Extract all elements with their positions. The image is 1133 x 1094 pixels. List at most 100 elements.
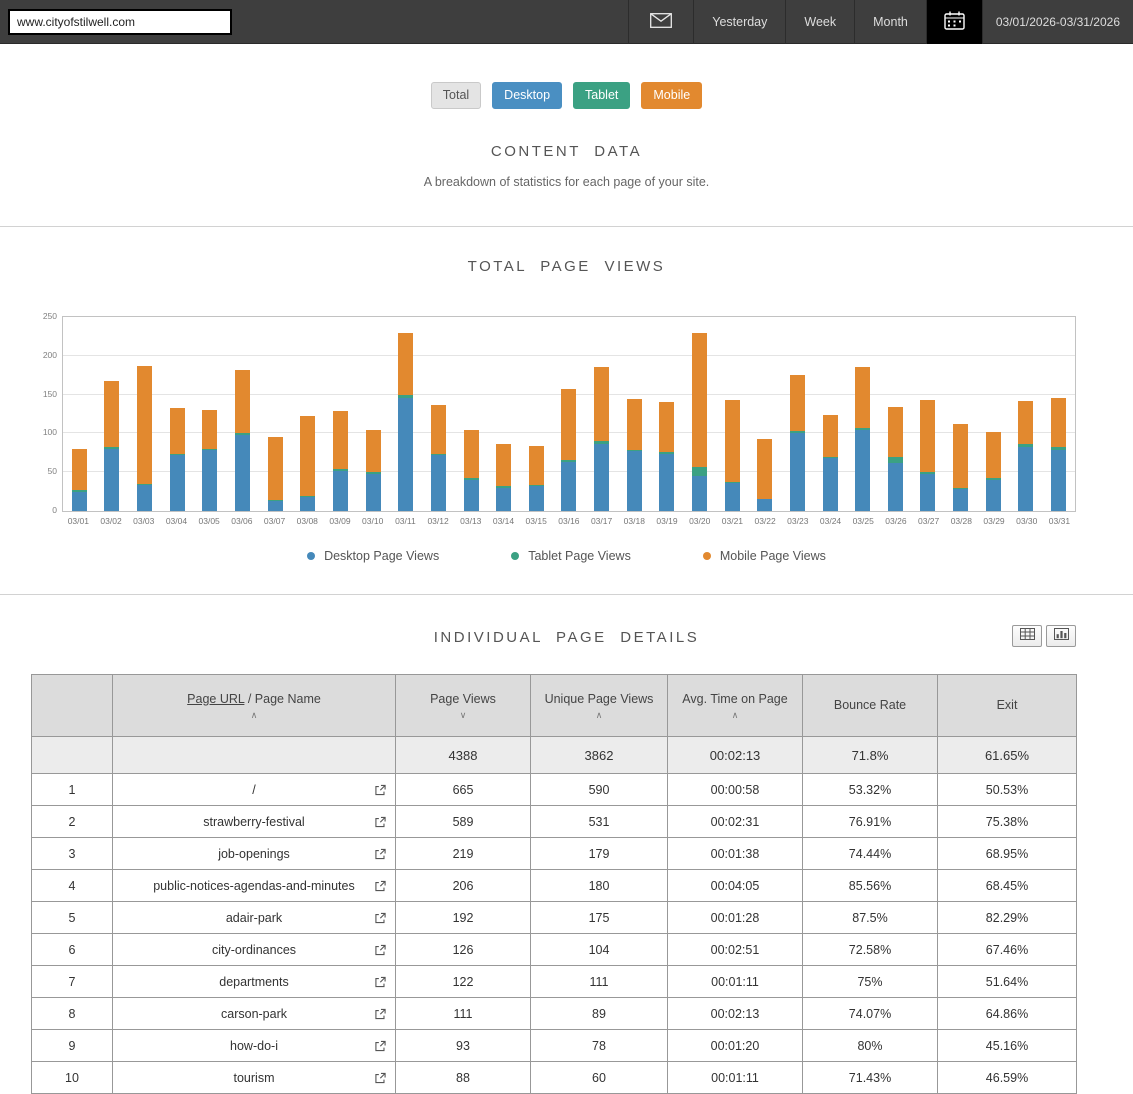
x-tick-label: 03/29 [983, 516, 1005, 526]
column-header-exit[interactable]: Exit [937, 674, 1077, 737]
bar-segment [887, 407, 903, 458]
x-tick-label: 03/08 [296, 516, 318, 526]
external-link-icon[interactable] [375, 1008, 386, 1019]
summary-page-views: 4388 [395, 736, 531, 774]
x-tick-label: 03/04 [165, 516, 188, 526]
external-link-icon[interactable] [375, 976, 386, 987]
chart-bars [63, 317, 1075, 511]
external-link-icon[interactable] [375, 1040, 386, 1051]
chart-legend: Desktop Page Views Tablet Page Views Mobil… [0, 549, 1133, 563]
bar-slot [1010, 317, 1043, 511]
summary-page-cell [112, 736, 396, 774]
exit-rate: 68.45% [937, 869, 1077, 902]
external-link-icon[interactable] [375, 848, 386, 859]
row-rank: 3 [31, 837, 113, 870]
bar-segment [365, 429, 381, 473]
external-link-icon[interactable] [375, 944, 386, 955]
external-link-icon[interactable] [375, 912, 386, 923]
stacked-bar [202, 317, 218, 511]
bar-slot [977, 317, 1010, 511]
stacked-bar [724, 317, 740, 511]
stacked-bar [430, 317, 446, 511]
legend-label: Desktop Page Views [324, 549, 440, 563]
site-url-input[interactable] [8, 8, 232, 35]
column-header-unique-page-views[interactable]: Unique Page Views ∧ [530, 674, 668, 737]
external-link-icon[interactable] [375, 880, 386, 891]
external-link-icon[interactable] [375, 1072, 386, 1083]
stacked-bar [561, 317, 577, 511]
topbar-tabs: Yesterday Week Month [693, 0, 926, 44]
page-views: 192 [395, 901, 531, 934]
filter-button-mobile[interactable]: Mobile [641, 82, 703, 109]
summary-row: 4388 3862 00:02:13 71.8% 61.65% [31, 736, 1077, 774]
content-data-subtitle: A breakdown of statistics for each page … [423, 175, 710, 189]
filter-button-desktop[interactable]: Desktop [492, 82, 563, 109]
x-tick-label: 03/30 [1016, 516, 1038, 526]
topbar-tab-week[interactable]: Week [785, 0, 854, 44]
bar-segment [267, 436, 283, 501]
x-tick-label: 03/15 [525, 516, 547, 526]
bar-segment [626, 451, 642, 511]
page-name: departments [112, 965, 396, 998]
device-filter-buttons: Total Desktop Tablet Mobile [0, 82, 1133, 109]
legend-label: Tablet Page Views [528, 549, 631, 563]
bar-segment [137, 485, 153, 511]
stacked-bar [365, 317, 381, 511]
column-header-bounce-rate[interactable]: Bounce Rate [802, 674, 938, 737]
column-header-page-url[interactable]: Page URL / Page Name ∧ [112, 674, 396, 737]
bar-segment [822, 414, 838, 457]
bounce-rate: 80% [802, 1029, 938, 1062]
bar-slot [324, 317, 357, 511]
bar-slot [194, 317, 227, 511]
table-view-button[interactable] [1012, 625, 1042, 647]
chart-view-button[interactable] [1046, 625, 1076, 647]
column-header-page-views[interactable]: Page Views ∨ [395, 674, 531, 737]
stacked-bar [332, 317, 348, 511]
row-rank: 6 [31, 933, 113, 966]
content-data-title: CONTENT DATA [490, 143, 643, 160]
sort-asc-icon: ∧ [250, 710, 258, 721]
x-tick-label: 03/31 [1048, 516, 1071, 526]
mail-button[interactable] [628, 0, 693, 44]
y-tick-label: 0 [52, 505, 57, 515]
filter-button-tablet[interactable]: Tablet [573, 82, 631, 109]
bar-slot [585, 317, 618, 511]
bar-segment [1051, 397, 1067, 448]
bar-segment [365, 473, 381, 511]
bar-segment [691, 476, 707, 511]
page-name: public-notices-agendas-and-minutes [112, 869, 396, 902]
unique-page-views: 590 [530, 773, 668, 806]
bar-slot [553, 317, 586, 511]
external-link-icon[interactable] [375, 816, 386, 827]
stacked-bar [594, 317, 610, 511]
bounce-rate: 74.44% [802, 837, 938, 870]
table-row: 5 adair-park 192 175 00:01:28 87.5% 82.29% [31, 901, 1077, 934]
bar-segment [300, 416, 316, 496]
bar-segment [757, 438, 773, 499]
exit-rate: 67.46% [937, 933, 1077, 966]
row-rank: 4 [31, 869, 113, 902]
table-row: 1/665 590 00:00:58 53.32% 50.53% [31, 773, 1077, 806]
x-tick-label: 03/06 [231, 516, 253, 526]
avg-time-on-page: 00:02:13 [667, 997, 803, 1030]
external-link-icon[interactable] [375, 784, 386, 795]
bar-segment [1018, 400, 1034, 445]
page-name: tourism [112, 1061, 396, 1094]
page-views: 88 [395, 1061, 531, 1094]
summary-bounce-rate: 71.8% [802, 736, 938, 774]
page-url-link[interactable]: Page URL [187, 692, 244, 706]
bar-slot [748, 317, 781, 511]
unique-page-views: 60 [530, 1061, 668, 1094]
bar-slot [879, 317, 912, 511]
avg-time-on-page: 00:01:38 [667, 837, 803, 870]
legend-dot-icon [511, 552, 520, 560]
topbar-tab-month[interactable]: Month [854, 0, 926, 44]
topbar-tab-yesterday[interactable]: Yesterday [693, 0, 785, 44]
column-header-avg-time[interactable]: Avg. Time on Page ∧ [667, 674, 803, 737]
summary-avg-time: 00:02:13 [667, 736, 803, 774]
bar-slot [651, 317, 684, 511]
calendar-button[interactable] [925, 0, 982, 44]
filter-button-total[interactable]: Total [430, 82, 482, 109]
bounce-rate: 74.07% [802, 997, 938, 1030]
summary-exit: 61.65% [937, 736, 1077, 774]
